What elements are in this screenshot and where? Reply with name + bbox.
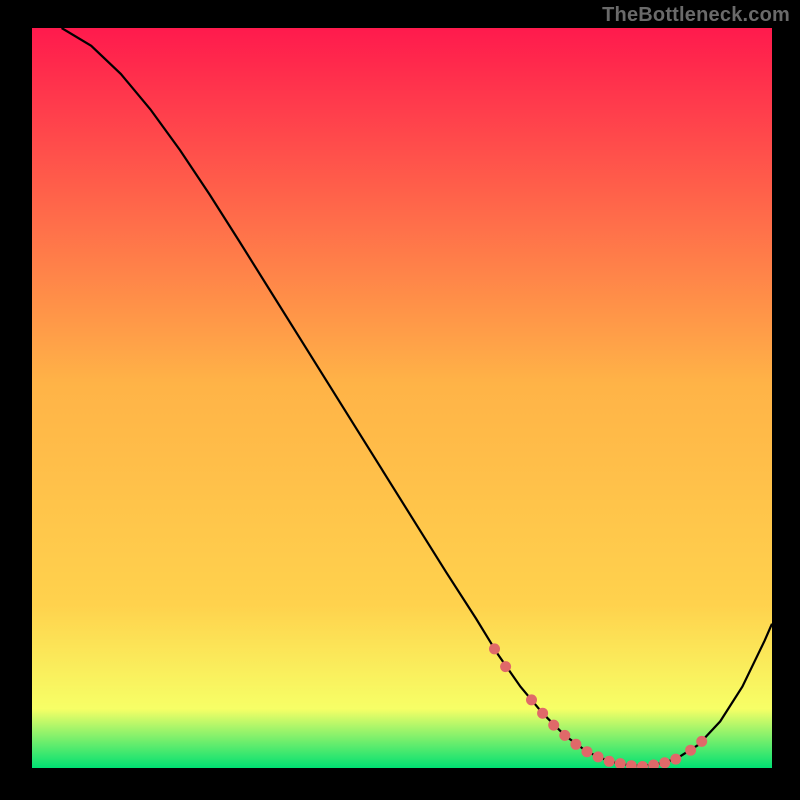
marker-point bbox=[582, 746, 593, 757]
marker-point bbox=[548, 720, 559, 731]
marker-point bbox=[570, 739, 581, 750]
marker-point bbox=[696, 736, 707, 747]
marker-point bbox=[685, 745, 696, 756]
watermark-text: TheBottleneck.com bbox=[602, 4, 790, 27]
marker-point bbox=[559, 730, 570, 741]
marker-point bbox=[537, 708, 548, 719]
marker-point bbox=[500, 661, 511, 672]
marker-point bbox=[593, 751, 604, 762]
marker-point bbox=[489, 643, 500, 654]
page-root: TheBottleneck.com bbox=[0, 0, 800, 800]
marker-point bbox=[604, 756, 615, 767]
chart-svg bbox=[32, 28, 772, 768]
gradient-background bbox=[32, 28, 772, 768]
marker-point bbox=[659, 757, 670, 768]
marker-point bbox=[526, 694, 537, 705]
marker-point bbox=[670, 754, 681, 765]
chart-area bbox=[32, 28, 772, 768]
